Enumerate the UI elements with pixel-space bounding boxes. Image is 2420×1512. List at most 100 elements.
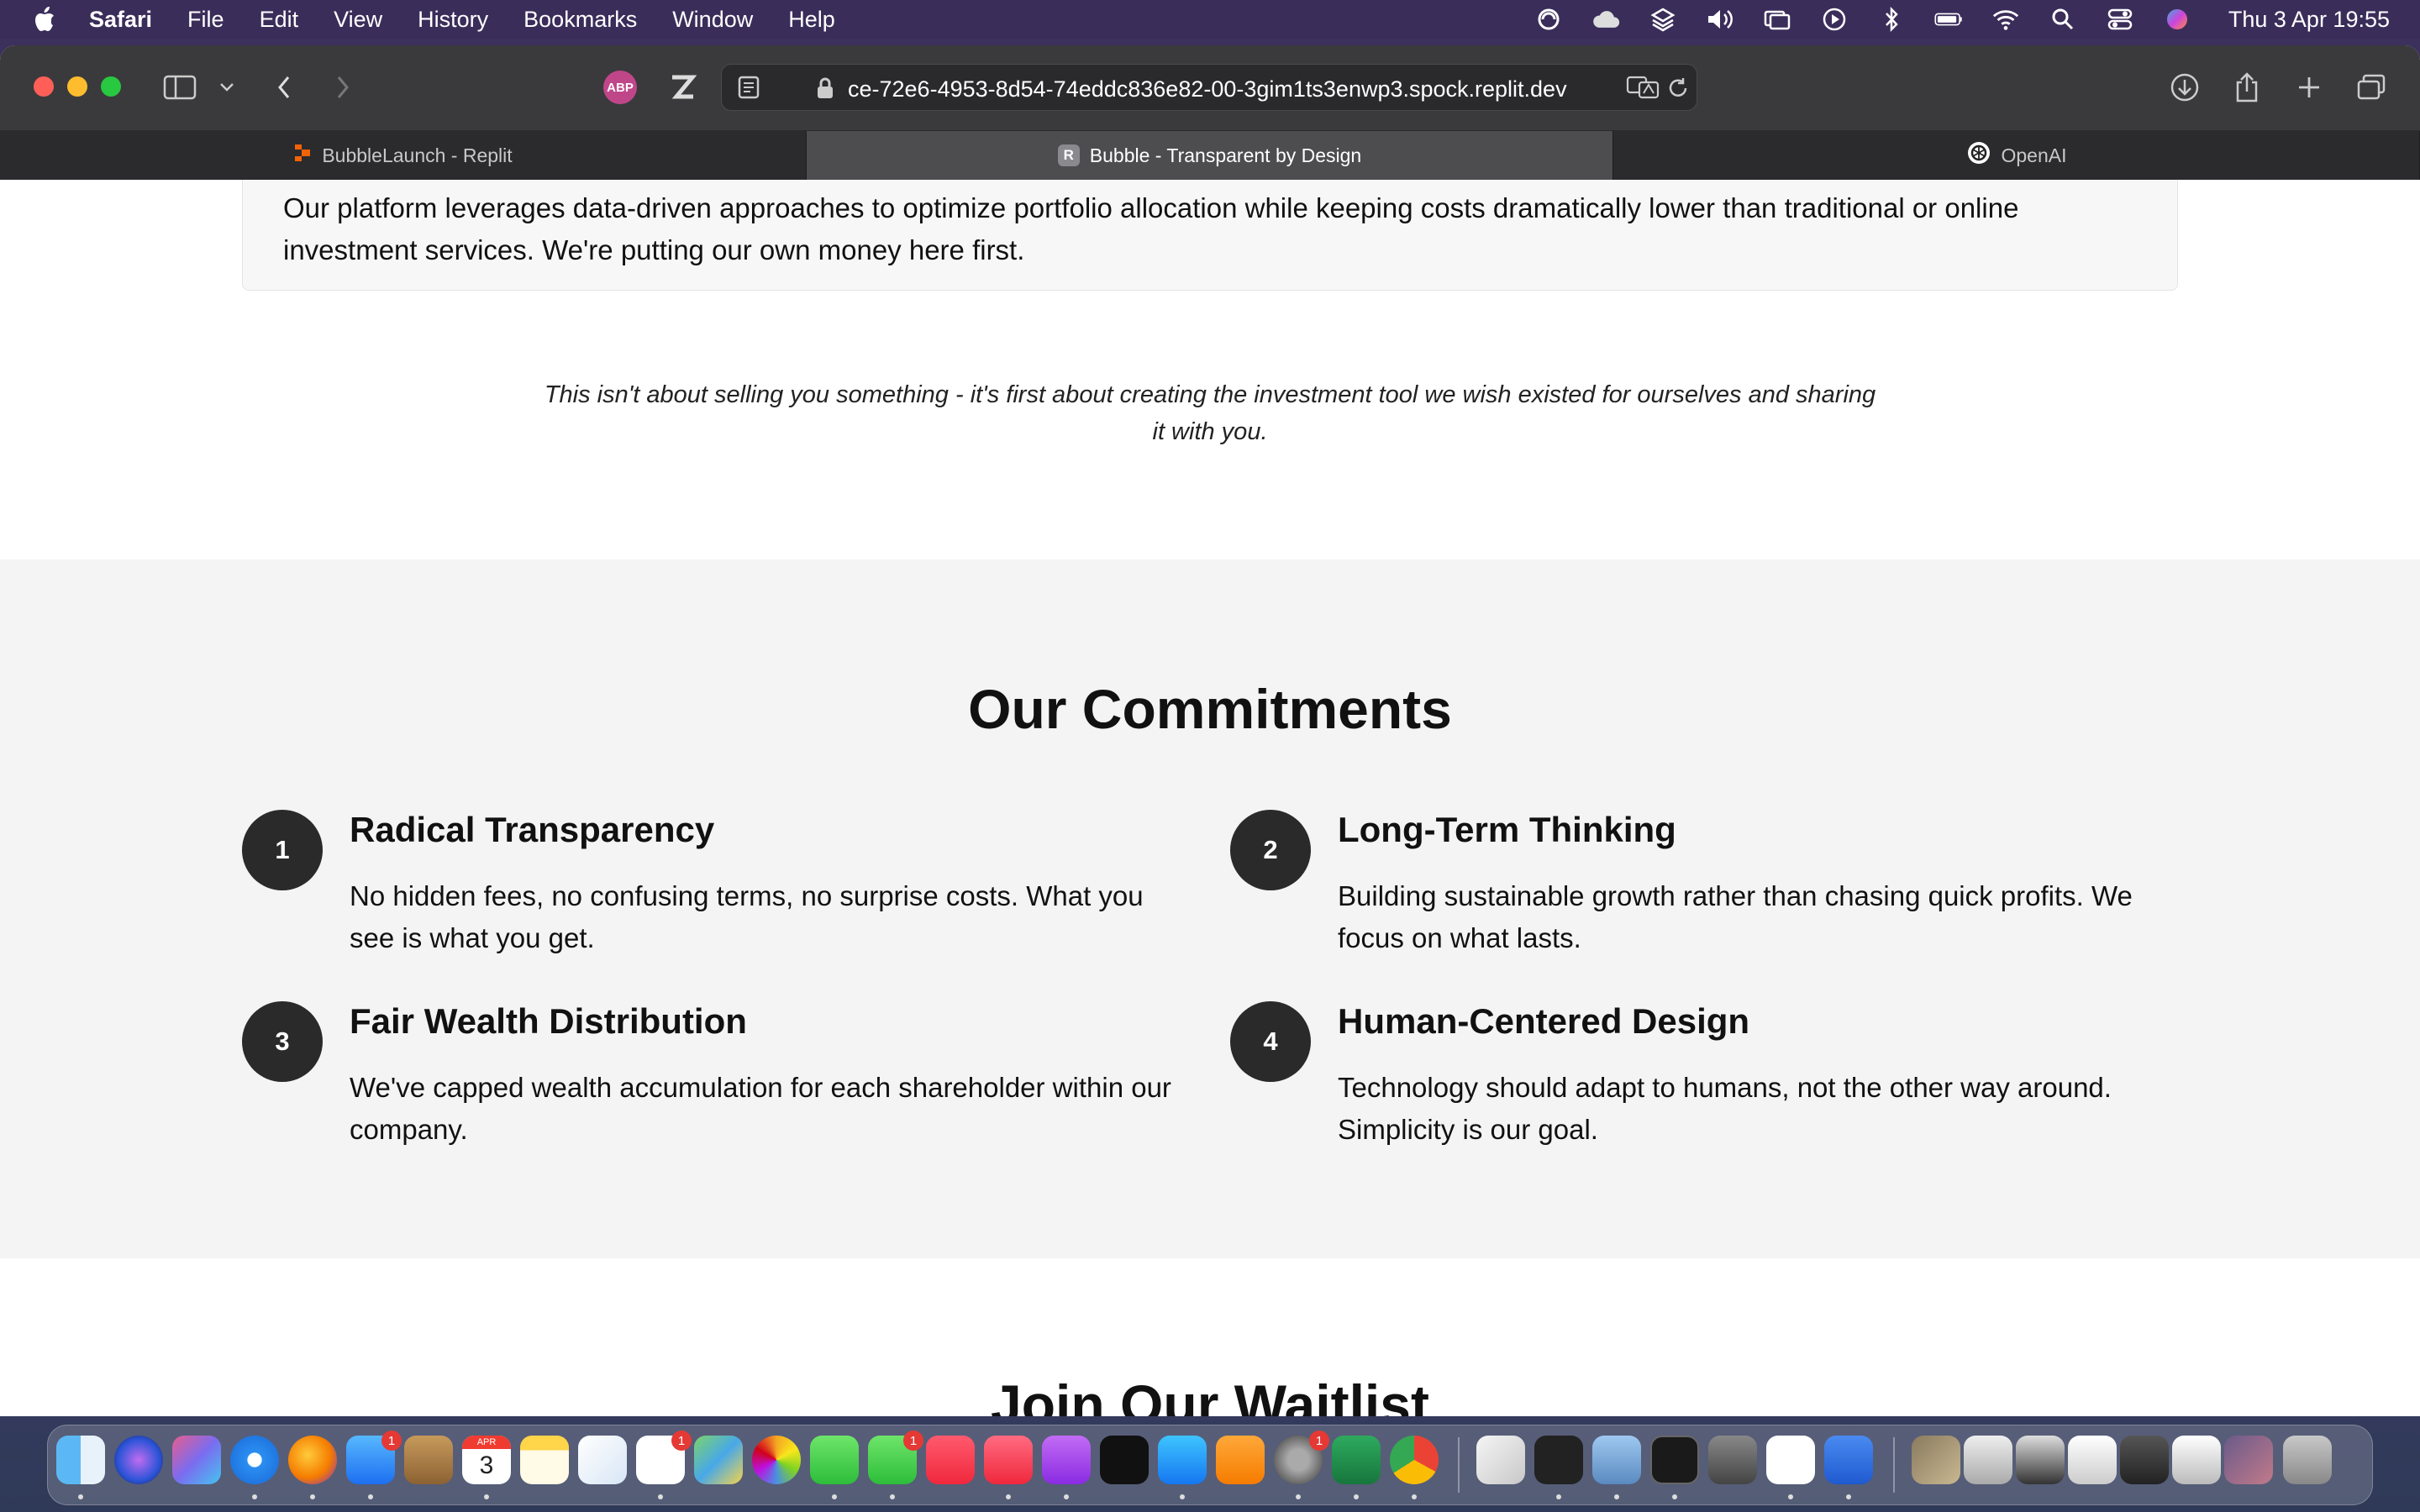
translate-icon[interactable] (1626, 75, 1660, 104)
system-settings-icon[interactable]: 1 (1274, 1431, 1329, 1484)
running-indicator (310, 1494, 315, 1499)
browser-toolbar: ABP ce-72e6-4953-8d54-74eddc836e82-00-3g… (0, 45, 2420, 131)
textedit-icon[interactable] (1476, 1436, 1525, 1484)
icloud-icon[interactable] (1591, 7, 1620, 32)
tab-bar: BubbleLaunch - Replit R Bubble - Transpa… (0, 131, 2420, 180)
window-thumbnail-icon[interactable] (2120, 1436, 2169, 1484)
commitment-text: Technology should adapt to humans, not t… (1338, 1072, 2112, 1145)
running-indicator (1556, 1494, 1561, 1499)
trash-icon[interactable] (2283, 1436, 2332, 1484)
adblock-extension-icon[interactable]: ABP (603, 71, 637, 104)
tab-openai[interactable]: OpenAI (1613, 131, 2420, 180)
reload-icon[interactable] (1666, 76, 1690, 104)
mail-icon[interactable]: 1 (346, 1431, 402, 1484)
wifi-icon[interactable] (1991, 7, 2020, 32)
music-icon[interactable] (984, 1436, 1033, 1484)
menu-history[interactable]: History (418, 7, 488, 33)
finder-icon[interactable] (56, 1436, 105, 1484)
commitment-title: Long-Term Thinking (1338, 810, 1676, 849)
menu-app-name[interactable]: Safari (89, 7, 152, 33)
commitments-title: Our Commitments (968, 678, 1452, 740)
launchpad-icon[interactable] (172, 1436, 221, 1484)
running-indicator (1412, 1494, 1417, 1499)
commitment-text: No hidden fees, no confusing terms, no s… (350, 880, 1144, 953)
photos-icon[interactable] (752, 1436, 801, 1484)
siri-icon[interactable] (2163, 7, 2191, 32)
window-thumbnail-icon[interactable] (2172, 1436, 2221, 1484)
close-window-button[interactable] (34, 76, 54, 97)
minimize-window-button[interactable] (67, 76, 87, 97)
commitment-title: Human-Centered Design (1338, 1001, 1750, 1041)
share-icon[interactable] (2230, 71, 2264, 104)
menu-view[interactable]: View (334, 7, 382, 33)
menu-file[interactable]: File (187, 7, 224, 33)
control-center-icon[interactable] (2106, 7, 2134, 32)
downloads-stack-icon[interactable] (1912, 1436, 1960, 1484)
layers-icon[interactable] (1649, 7, 1677, 32)
freeform-icon[interactable] (578, 1436, 627, 1484)
new-tab-icon[interactable] (2292, 71, 2326, 104)
address-bar[interactable]: ce-72e6-4953-8d54-74eddc836e82-00-3gim1t… (721, 64, 1697, 111)
sidebar-toggle-icon[interactable] (163, 71, 197, 104)
facetime-icon[interactable]: 1 (868, 1431, 923, 1484)
siri-app-icon[interactable] (114, 1436, 163, 1484)
preview-icon[interactable] (1592, 1436, 1641, 1484)
calculator-icon[interactable] (1708, 1436, 1757, 1484)
firefox-icon[interactable] (288, 1436, 337, 1484)
news-icon[interactable] (926, 1436, 975, 1484)
window-thumbnail-icon[interactable] (1964, 1436, 2012, 1484)
tab-label: BubbleLaunch - Replit (322, 144, 513, 166)
notes-icon[interactable] (520, 1436, 569, 1484)
facetime-badge: 1 (903, 1431, 923, 1451)
zotero-extension-icon[interactable] (666, 71, 699, 104)
spotlight-search-icon[interactable] (2049, 7, 2077, 32)
app-store-icon[interactable] (1158, 1436, 1207, 1484)
window-thumbnail-icon[interactable] (2068, 1436, 2117, 1484)
chatgpt-icon[interactable] (1534, 1436, 1583, 1484)
tab-overview-icon[interactable] (2354, 71, 2388, 104)
contacts-icon[interactable] (404, 1436, 453, 1484)
calendar-day: 3 (479, 1452, 494, 1479)
bluetooth-icon[interactable] (1877, 7, 1906, 32)
running-indicator (368, 1494, 373, 1499)
downloads-icon[interactable] (2168, 71, 2202, 104)
apple-tv-icon[interactable] (1100, 1436, 1149, 1484)
reminders-icon[interactable]: 1 (636, 1431, 692, 1484)
menubar-clock[interactable]: Thu 3 Apr 19:55 (2228, 7, 2390, 33)
menu-help[interactable]: Help (788, 7, 835, 33)
excel-icon[interactable] (1332, 1436, 1381, 1484)
tab-bubble[interactable]: R Bubble - Transparent by Design (807, 131, 1613, 180)
chevron-down-icon[interactable] (210, 71, 244, 104)
activity-monitor-icon[interactable] (1650, 1436, 1699, 1484)
running-indicator (484, 1494, 489, 1499)
zotero-app-icon[interactable] (1766, 1436, 1815, 1484)
commitment-number: 2 (1230, 810, 1311, 890)
tab-bubblelaunch[interactable]: BubbleLaunch - Replit (0, 131, 807, 180)
battery-icon[interactable] (1934, 7, 1963, 32)
play-icon[interactable] (1820, 7, 1849, 32)
forward-button-icon[interactable] (326, 71, 360, 104)
word-icon[interactable] (1824, 1436, 1873, 1484)
zoom-window-button[interactable] (101, 76, 121, 97)
back-button-icon[interactable] (267, 71, 301, 104)
calendar-icon[interactable]: APR 3 (462, 1436, 511, 1484)
apple-menu-icon[interactable] (34, 7, 59, 32)
menu-window[interactable]: Window (672, 7, 753, 33)
mission-text: Our platform leverages data-driven appro… (283, 192, 2019, 265)
window-thumbnail-icon[interactable] (2224, 1436, 2273, 1484)
volume-icon[interactable] (1706, 7, 1734, 32)
window-thumbnail-icon[interactable] (2016, 1436, 2065, 1484)
messages-icon[interactable] (810, 1436, 859, 1484)
reader-mode-icon[interactable] (737, 75, 760, 104)
books-icon[interactable] (1216, 1436, 1265, 1484)
commitment-number: 1 (242, 810, 323, 890)
safari-app-icon[interactable] (230, 1436, 279, 1484)
focus-icon[interactable] (1534, 7, 1563, 32)
screen-mirroring-icon[interactable] (1763, 7, 1791, 32)
menu-bookmarks[interactable]: Bookmarks (523, 7, 637, 33)
menu-edit[interactable]: Edit (260, 7, 299, 33)
url-text[interactable]: ce-72e6-4953-8d54-74eddc836e82-00-3gim1t… (848, 76, 1567, 102)
maps-icon[interactable] (694, 1436, 743, 1484)
podcasts-icon[interactable] (1042, 1436, 1091, 1484)
chrome-icon[interactable] (1390, 1436, 1439, 1484)
